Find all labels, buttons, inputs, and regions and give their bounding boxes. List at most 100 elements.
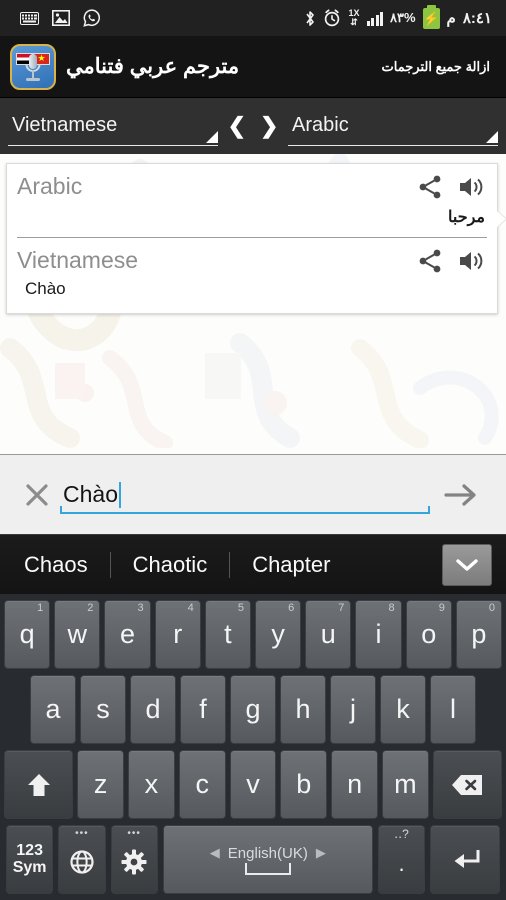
key-f[interactable]: f [180, 675, 226, 744]
app-icon[interactable]: ★ [10, 43, 56, 90]
key-o[interactable]: 9o [405, 600, 452, 669]
key-label: t [224, 619, 232, 649]
key-c[interactable]: c [178, 750, 226, 819]
share-icon[interactable] [417, 174, 443, 205]
space-key[interactable]: ◀ English(UK) ▶ [162, 825, 373, 894]
keyboard-row-3: z x c v b n m [2, 750, 504, 819]
key-hint: 1 [37, 602, 44, 614]
period-key-hint: ‥? [394, 827, 409, 841]
translate-input-bar: Chào [0, 454, 506, 534]
result-entry-arabic: Arabic مرحبا [17, 164, 487, 229]
clear-all-translations-button[interactable]: ازالة جميع الترجمات [382, 59, 496, 75]
bluetooth-icon [304, 9, 316, 28]
enter-return-icon[interactable] [430, 825, 501, 894]
key-g[interactable]: g [230, 675, 276, 744]
key-hint: 8 [388, 602, 395, 614]
key-w[interactable]: 2w [54, 600, 101, 669]
clock-label: ٨:٤١ [462, 9, 492, 27]
source-language-spinner[interactable]: Vietnamese [8, 106, 218, 146]
key-label: i [375, 619, 382, 649]
arrow-right-icon[interactable] [430, 482, 492, 508]
key-label: j [350, 694, 356, 724]
suggestion-item-1[interactable]: Chaotic [111, 552, 230, 578]
key-hint: 4 [187, 602, 194, 614]
search-input-value: Chào [63, 481, 118, 507]
key-label: h [295, 694, 311, 724]
battery-percent-label: ٨٣% [390, 10, 416, 25]
key-n[interactable]: n [331, 750, 378, 819]
translation-content-area: Arabic مرحبا Vietnamese Chào [0, 154, 506, 454]
share-icon[interactable] [417, 248, 443, 279]
key-j[interactable]: j [330, 675, 376, 744]
backspace-icon[interactable] [432, 750, 502, 819]
status-bar: 1X ⇵ ٨٣% ⚡ م ٨:٤١ [0, 0, 506, 36]
key-label: z [93, 769, 108, 799]
key-label: l [450, 694, 456, 724]
period-key-label: . [398, 850, 405, 876]
input-language-label: English(UK) [227, 844, 308, 862]
key-z[interactable]: z [77, 750, 124, 819]
search-input[interactable]: Chào [60, 473, 430, 517]
key-p[interactable]: 0p [455, 600, 503, 669]
key-label: o [421, 619, 437, 649]
globe-icon[interactable]: ••• [58, 825, 106, 894]
symbols-key[interactable]: 123 Sym [6, 825, 54, 894]
key-h[interactable]: h [280, 675, 326, 744]
key-d[interactable]: d [130, 675, 176, 744]
key-x[interactable]: x [128, 750, 175, 819]
image-icon [52, 10, 70, 26]
key-y[interactable]: 6y [255, 600, 302, 669]
key-u[interactable]: 7u [305, 600, 352, 669]
key-t[interactable]: 5t [204, 600, 251, 669]
key-q[interactable]: 1q [3, 600, 51, 669]
entry-actions-arabic [417, 174, 485, 205]
space-key-row: ◀ English(UK) ▶ [164, 845, 372, 862]
arrow-left-icon[interactable]: ◀ [210, 845, 220, 861]
suggestion-item-2[interactable]: Chapter [230, 552, 352, 578]
key-label: n [347, 769, 363, 799]
chevron-down-icon[interactable] [442, 543, 492, 586]
key-label: c [195, 769, 209, 799]
key-k[interactable]: k [380, 675, 426, 744]
next-language-button[interactable]: ❯ [260, 115, 278, 137]
signal-icon [366, 10, 383, 26]
key-i[interactable]: 8i [355, 600, 402, 669]
key-hint: 7 [338, 602, 345, 614]
key-label: u [320, 619, 336, 649]
key-label: s [96, 694, 110, 724]
target-language-spinner[interactable]: Arabic [288, 106, 498, 146]
key-b[interactable]: b [280, 750, 328, 819]
key-hint: 3 [137, 602, 144, 614]
key-e[interactable]: 3e [104, 600, 151, 669]
key-label: b [296, 769, 312, 799]
key-label: a [45, 694, 61, 724]
suggestion-item-0[interactable]: Chaos [14, 552, 110, 578]
key-v[interactable]: v [229, 750, 277, 819]
period-key[interactable]: ‥? . [377, 825, 426, 894]
close-x-icon[interactable] [14, 480, 60, 510]
symbols-key-line2: Sym [12, 858, 47, 876]
app-header: ★ مترجم عربي فتنامي ازالة جميع الترجمات [0, 36, 506, 98]
status-bar-right-icons: 1X ⇵ ٨٣% ⚡ م ٨:٤١ [304, 4, 498, 29]
status-bar-left-icons [8, 9, 101, 27]
keyboard-icon [20, 11, 39, 25]
key-label: m [394, 769, 417, 799]
gear-icon[interactable]: ••• [110, 825, 158, 894]
speaker-icon[interactable] [457, 248, 485, 279]
key-m[interactable]: m [381, 750, 429, 819]
prev-language-button[interactable]: ❮ [228, 115, 246, 137]
meridiem-label: م [446, 9, 456, 27]
key-label: p [471, 619, 487, 649]
key-label: k [396, 694, 410, 724]
key-l[interactable]: l [430, 675, 476, 744]
key-r[interactable]: 4r [154, 600, 201, 669]
speaker-icon[interactable] [457, 174, 485, 205]
key-hint: 9 [438, 602, 445, 614]
shift-arrow-up-icon[interactable] [4, 750, 74, 819]
arrow-right-icon[interactable]: ▶ [316, 845, 326, 861]
key-a[interactable]: a [30, 675, 76, 744]
key-s[interactable]: s [80, 675, 126, 744]
spacebar-glyph-wrap [244, 862, 291, 875]
app-title: مترجم عربي فتنامي [66, 55, 240, 78]
language-selector-bar: Vietnamese ❮ ❯ Arabic [0, 98, 506, 154]
